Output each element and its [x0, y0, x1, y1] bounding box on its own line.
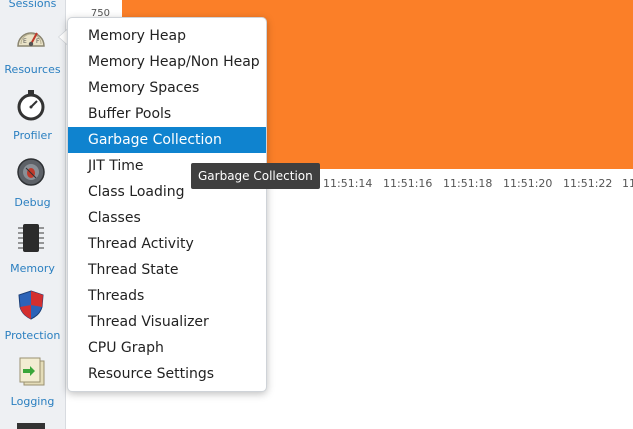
x-axis-tick: 11:51:14: [323, 177, 373, 190]
sidebar: Sessions E F Resources Profiler Debug Me…: [0, 0, 66, 429]
gauge-icon: E F: [17, 32, 45, 47]
sidebar-item-logging[interactable]: Logging: [0, 395, 65, 408]
menu-item-thread-state[interactable]: Thread State: [68, 257, 266, 283]
sidebar-item-label: Logging: [10, 395, 55, 408]
menu-item-memory-heap-non-heap[interactable]: Memory Heap/Non Heap: [68, 49, 266, 75]
x-axis-tick: 11: [622, 177, 633, 190]
menu-item-buffer-pools[interactable]: Buffer Pools: [68, 101, 266, 127]
menu-item-memory-spaces[interactable]: Memory Spaces: [68, 75, 266, 101]
tooltip: Garbage Collection: [191, 163, 320, 189]
menu-item-garbage-collection[interactable]: Garbage Collection: [68, 127, 266, 153]
sidebar-item-debug[interactable]: Debug: [0, 196, 65, 209]
shield-icon: [18, 290, 44, 320]
sidebar-item-label: Profiler: [13, 129, 52, 142]
x-axis-tick: 11:51:16: [383, 177, 433, 190]
app-window: Sessions E F Resources Profiler Debug Me…: [0, 0, 633, 429]
menu-item-thread-visualizer[interactable]: Thread Visualizer: [68, 309, 266, 335]
menu-item-threads[interactable]: Threads: [68, 283, 266, 309]
sidebar-item-resources[interactable]: Resources: [0, 63, 65, 76]
sidebar-item-sessions[interactable]: Sessions: [0, 0, 65, 10]
log-icon: [19, 357, 45, 386]
menu-item-cpu-graph[interactable]: CPU Graph: [68, 335, 266, 361]
stopwatch-icon: [17, 90, 45, 121]
sidebar-item-memory[interactable]: Memory: [0, 262, 65, 275]
x-axis-tick: 11:51:18: [443, 177, 493, 190]
menu-item-memory-heap[interactable]: Memory Heap: [68, 23, 266, 49]
sidebar-item-profiler[interactable]: Profiler: [0, 129, 65, 142]
chip-icon: [18, 224, 44, 252]
svg-text:F: F: [36, 38, 40, 45]
resources-menu: Memory Heap Memory Heap/Non Heap Memory …: [67, 17, 267, 392]
bug-icon: [17, 158, 45, 186]
sidebar-item-protection[interactable]: Protection: [0, 329, 65, 342]
x-axis-tick: 11:51:22: [563, 177, 613, 190]
sidebar-item-label: Memory: [10, 262, 55, 275]
menu-item-thread-activity[interactable]: Thread Activity: [68, 231, 266, 257]
sidebar-item-label: Resources: [4, 63, 61, 76]
menu-item-resource-settings[interactable]: Resource Settings: [68, 361, 266, 387]
menu-item-classes[interactable]: Classes: [68, 205, 266, 231]
sidebar-item-label: Protection: [4, 329, 61, 342]
x-axis-tick: 11:51:20: [503, 177, 553, 190]
sidebar-item-label: Debug: [14, 196, 51, 209]
svg-text:E: E: [23, 38, 27, 45]
sidebar-next-icon: [17, 423, 45, 429]
sidebar-item-label: Sessions: [8, 0, 57, 10]
